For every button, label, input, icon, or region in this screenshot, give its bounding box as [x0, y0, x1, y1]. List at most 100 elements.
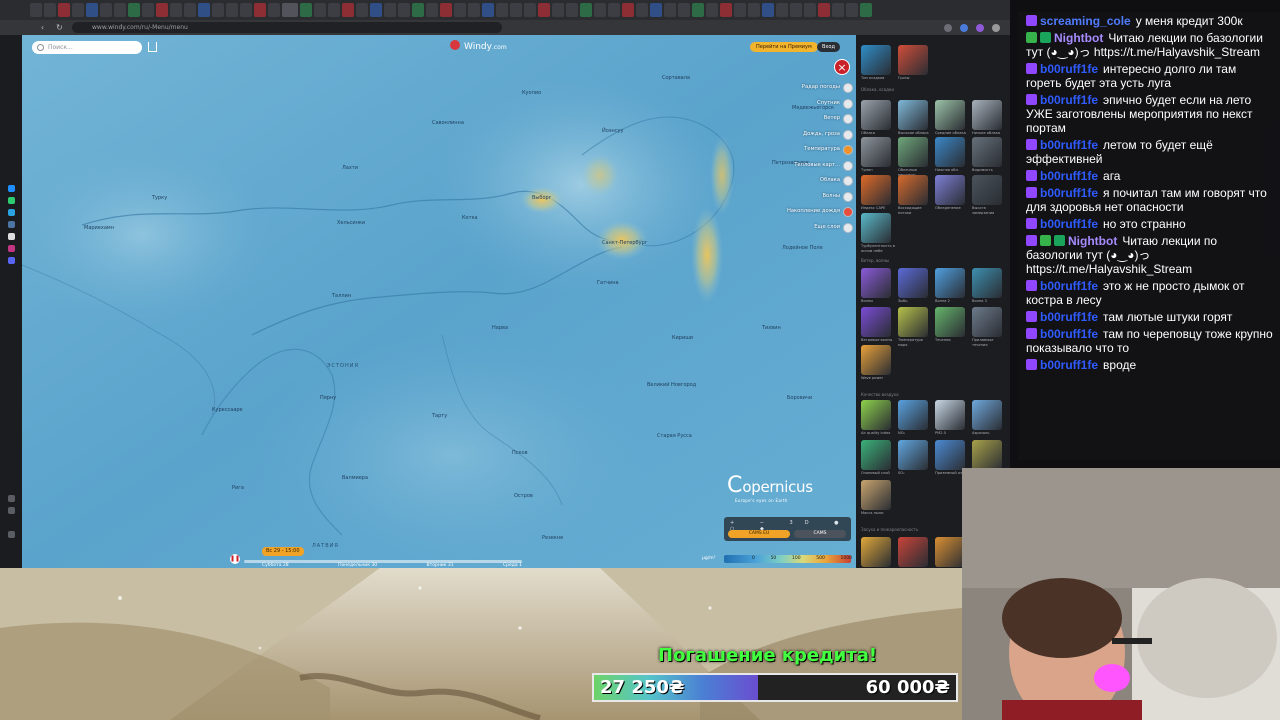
browser-tab[interactable] [650, 3, 662, 17]
browser-tab[interactable] [580, 3, 592, 17]
browser-tab[interactable] [156, 3, 168, 17]
history-icon[interactable] [8, 495, 15, 502]
close-icon[interactable]: × [834, 59, 850, 75]
layer-tile[interactable] [972, 400, 1002, 430]
layer-tile[interactable] [861, 137, 891, 167]
layer-tile[interactable] [861, 175, 891, 205]
layer-tile[interactable] [861, 268, 891, 298]
browser-tab[interactable] [454, 3, 466, 17]
telegram-icon[interactable] [8, 209, 15, 216]
chat-username[interactable]: b00ruff1fe [1040, 186, 1098, 200]
layer-tile[interactable] [935, 175, 965, 205]
layer-item[interactable]: Ветер [779, 111, 853, 127]
browser-tab[interactable] [776, 3, 788, 17]
music-icon[interactable] [8, 257, 15, 264]
browser-tab[interactable] [678, 3, 690, 17]
layer-tile[interactable] [898, 45, 928, 75]
vk-icon[interactable] [8, 221, 15, 228]
browser-tab[interactable] [184, 3, 196, 17]
browser-tab[interactable] [818, 3, 830, 17]
layer-tile[interactable] [935, 440, 965, 470]
pause-icon[interactable]: ❚❚ [230, 554, 240, 564]
windy-logo[interactable]: Windy.com [450, 40, 507, 52]
browser-tab[interactable] [44, 3, 56, 17]
browser-tab[interactable] [692, 3, 704, 17]
settings-icon[interactable] [8, 531, 15, 538]
reload-icon[interactable]: ↻ [55, 23, 64, 32]
browser-tab[interactable] [748, 3, 760, 17]
windy-map[interactable]: ЭСТОНИЯ ЛАТВИЯ Хельсинки Таллин Санкт-Пе… [22, 35, 856, 568]
layer-tile[interactable] [898, 537, 928, 567]
layer-tile[interactable] [935, 268, 965, 298]
url-field[interactable]: www.windy.com/ru/-Menu/menu [72, 22, 502, 33]
browser-tab[interactable] [566, 3, 578, 17]
browser-tab[interactable] [282, 3, 298, 17]
layer-tile[interactable] [935, 100, 965, 130]
layer-tile[interactable] [972, 307, 1002, 337]
chat-username[interactable]: b00ruff1fe [1040, 62, 1098, 76]
chat-username[interactable]: b00ruff1fe [1040, 327, 1098, 341]
layer-tile[interactable] [898, 268, 928, 298]
layer-tile[interactable] [898, 400, 928, 430]
browser-tab[interactable] [142, 3, 154, 17]
layer-tile[interactable] [935, 537, 965, 567]
layer-tile[interactable] [972, 175, 1002, 205]
cams-eu-button[interactable]: CAMS EU [728, 530, 790, 538]
layer-tile[interactable] [898, 137, 928, 167]
browser-tab[interactable] [58, 3, 70, 17]
browser-tab[interactable] [86, 3, 98, 17]
chat-username[interactable]: b00ruff1fe [1040, 138, 1098, 152]
browser-tab[interactable] [846, 3, 858, 17]
browser-tab[interactable] [128, 3, 140, 17]
whatsapp-icon[interactable] [8, 197, 15, 204]
browser-tab[interactable] [706, 3, 718, 17]
browser-tab[interactable] [552, 3, 564, 17]
browser-tab[interactable] [328, 3, 340, 17]
browser-tab[interactable] [30, 3, 42, 17]
browser-tab[interactable] [240, 3, 252, 17]
extension-icon[interactable] [976, 23, 984, 32]
messenger-icon[interactable] [8, 185, 15, 192]
browser-tab[interactable] [254, 3, 266, 17]
login-button[interactable]: Вход [817, 42, 840, 52]
browser-tab[interactable] [496, 3, 508, 17]
layer-item[interactable]: Волны [779, 189, 853, 205]
browser-tab[interactable] [664, 3, 676, 17]
browser-tab[interactable] [114, 3, 126, 17]
layer-tile[interactable] [972, 440, 1002, 470]
browser-tab[interactable] [608, 3, 620, 17]
browser-tab[interactable] [720, 3, 732, 17]
browser-tab[interactable] [314, 3, 326, 17]
browser-tab[interactable] [72, 3, 84, 17]
layer-tile[interactable] [861, 307, 891, 337]
back-icon[interactable]: ‹ [38, 23, 47, 32]
share-icon[interactable] [148, 42, 157, 52]
layer-tile[interactable] [861, 100, 891, 130]
layer-item[interactable]: Тепловые карт... [779, 158, 853, 174]
layer-tile[interactable] [972, 268, 1002, 298]
chat-username[interactable]: b00ruff1fe [1040, 93, 1098, 107]
browser-tab[interactable] [398, 3, 410, 17]
layer-tile[interactable] [935, 137, 965, 167]
instagram-icon[interactable] [8, 245, 15, 252]
browser-tab[interactable] [762, 3, 774, 17]
browser-tab[interactable] [198, 3, 210, 17]
chat-username[interactable]: b00ruff1fe [1040, 217, 1098, 231]
layer-tile[interactable] [898, 307, 928, 337]
browser-tab[interactable] [622, 3, 634, 17]
browser-tab[interactable] [524, 3, 536, 17]
layer-tile[interactable] [861, 480, 891, 510]
browser-tab[interactable] [300, 3, 312, 17]
browser-tab[interactable] [468, 3, 480, 17]
layer-tile[interactable] [972, 100, 1002, 130]
browser-tab[interactable] [342, 3, 354, 17]
layer-tile[interactable] [972, 137, 1002, 167]
browser-tab[interactable] [734, 3, 746, 17]
layer-tile[interactable] [935, 307, 965, 337]
timeline[interactable]: ❚❚ Вс 29 - 15:00 Суббота 28 Понедельник 3… [222, 547, 522, 568]
layer-tile[interactable] [861, 537, 891, 567]
browser-tab[interactable] [510, 3, 522, 17]
browser-tab[interactable] [594, 3, 606, 17]
layer-item[interactable]: Накопление дождя [779, 204, 853, 220]
layer-item[interactable]: Температура [779, 142, 853, 158]
